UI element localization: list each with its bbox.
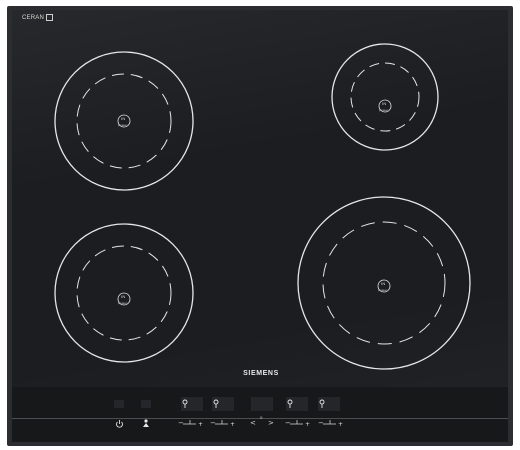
power-slider-marks [183,420,336,425]
